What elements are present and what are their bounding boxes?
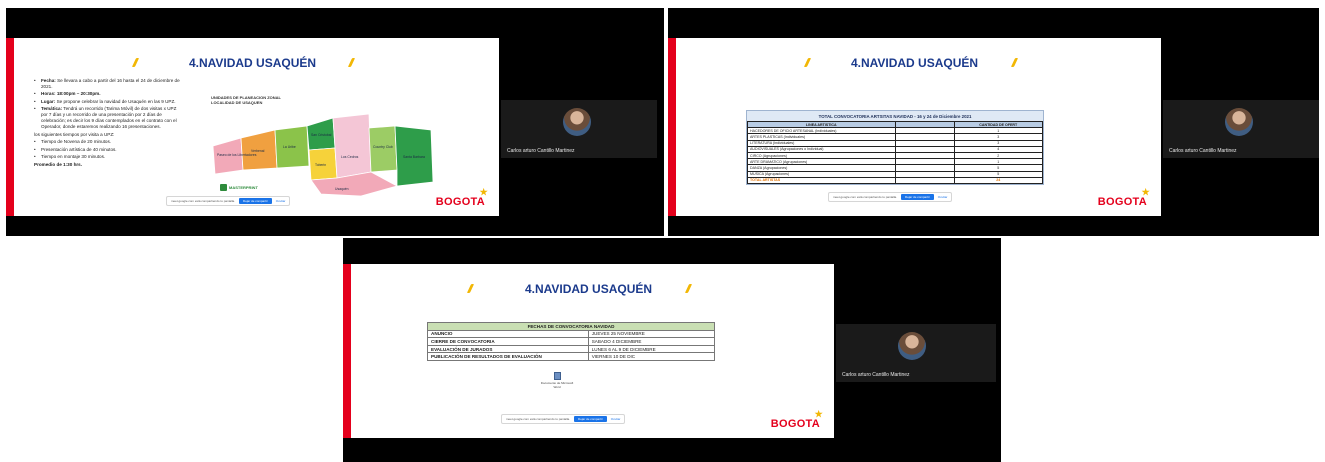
slide-title: 4.NAVIDAD USAQUÉN (188, 56, 317, 70)
bogota-logo: BOGOTA ★ (770, 409, 823, 430)
zone-country-club (368, 125, 398, 173)
star-icon: ★ (814, 409, 823, 419)
bogota-logo: BOGOTA ★ (1097, 187, 1150, 208)
map-title: UNIDADES DE PLANEACION ZONAL LOCALIDAD D… (211, 95, 281, 105)
event-details: Fecha: Se llevara a cabo a partir del 16… (34, 78, 184, 170)
hide-share-bar-button[interactable]: Ocultar (938, 195, 948, 199)
zone-los-cedros (332, 113, 372, 179)
table-header-row: FECHAS DE CONVOCATORIA NAVIDAD (427, 322, 715, 331)
slide-title: 4.NAVIDAD USAQUÉN (524, 282, 653, 296)
zone-label: Paseo de los Libertadores (217, 153, 257, 157)
table-row: EVALUACIÓN DE JURADOS LUNES 6 AL 9 DE DIC… (427, 344, 716, 354)
shared-slide: 4.NAVIDAD USAQUÉN Fecha: Se llevara a ca… (6, 38, 499, 216)
zone-label: Verbenal (251, 149, 265, 153)
participant-name: Carlos arturo Cantillo Martinez (507, 148, 575, 154)
masterprint-logo: MASTERPRINT (220, 184, 258, 191)
star-icon: ★ (479, 187, 488, 197)
bullet-tematica: Temática: Tendrá un recorrido (Tarima Mó… (34, 106, 184, 130)
word-document-icon (553, 372, 561, 380)
time-novena: Tiempo de Novena de 20 minutos. (34, 139, 184, 145)
participant-video-tile[interactable]: Carlos arturo Cantillo Martinez (836, 324, 996, 382)
table-row: PUBLICACIÓN DE RESULTADOS DE EVALUACIÓN V… (427, 352, 716, 361)
participant-video-tile[interactable]: Carlos arturo Cantillo Martinez (501, 100, 657, 158)
star-icon: ★ (1141, 187, 1150, 197)
hide-share-bar-button[interactable]: Ocultar (276, 199, 286, 203)
participant-video-tile[interactable]: Carlos arturo Cantillo Martinez (1163, 100, 1319, 158)
zone-label: Santa Barbara (403, 155, 425, 159)
shared-slide: 4.NAVIDAD USAQUÉN TOTAL CONVOCATORIA ART… (668, 38, 1161, 216)
screen-share-bar: meet.google.com está compartiendo tu pan… (828, 192, 953, 202)
meeting-screenshot-3: 4.NAVIDAD USAQUÉN FECHAS DE CONVOCATORIA… (343, 238, 1001, 462)
person-avatar-icon (563, 108, 591, 136)
zone-label: San Cristobal (311, 133, 332, 137)
person-avatar-icon (898, 332, 926, 360)
artists-table-panel: TOTAL CONVOCATORIA ARTSITAS NAVIDAD - 16… (746, 110, 1044, 185)
participant-name: Carlos arturo Cantillo Martinez (842, 372, 910, 378)
participant-name: Carlos arturo Cantillo Martinez (1169, 148, 1237, 154)
stop-sharing-button[interactable]: Dejar de compartir (901, 194, 934, 200)
zone-label: Usaquén (335, 187, 349, 191)
share-message: meet.google.com está compartiendo tu pan… (171, 199, 236, 203)
zone-label: La Uribe (283, 145, 296, 149)
share-message: meet.google.com está compartiendo tu pan… (833, 195, 898, 199)
person-avatar-icon (1225, 108, 1253, 136)
table-row: CIERRE DE CONVOCATORIA SABADO 4 DICIEMBRE (427, 337, 716, 346)
times-subheading: los siguientes tiempos por visita a UPZ: (34, 131, 115, 137)
bullet-fecha: Fecha: Se llevara a cabo a partir del 16… (34, 78, 184, 90)
stop-sharing-button[interactable]: Dejar de compartir (574, 416, 607, 422)
meeting-screenshot-2: 4.NAVIDAD USAQUÉN TOTAL CONVOCATORIA ART… (668, 8, 1319, 236)
share-message: meet.google.com está compartiendo tu pan… (506, 417, 571, 421)
meeting-screenshot-1: 4.NAVIDAD USAQUÉN Fecha: Se llevara a ca… (6, 8, 664, 236)
table-total-row: TOTAL ARTISTAS 24 (747, 176, 1043, 184)
shared-slide: 4.NAVIDAD USAQUÉN FECHAS DE CONVOCATORIA… (343, 264, 834, 438)
zone-label: Country Club (373, 145, 393, 149)
bogota-logo: BOGOTA ★ (435, 187, 488, 208)
table-caption: TOTAL CONVOCATORIA ARTSITAS NAVIDAD - 16… (818, 114, 972, 119)
zone-label: Toberin (315, 163, 326, 167)
bullet-lugar: Lugar: Se propone celebrar la navidad de… (34, 99, 184, 105)
average-time: Promedio de 1:30 hrs. (34, 162, 82, 168)
attachment-caption: Documento de Microsoft Word (540, 381, 574, 389)
time-presentacion: Presentación artística de 40 minutos. (34, 147, 184, 153)
word-attachment[interactable]: Documento de Microsoft Word (537, 372, 577, 389)
masterprint-icon (220, 184, 227, 191)
table-caption: FECHAS DE CONVOCATORIA NAVIDAD (427, 322, 715, 331)
table-row: ANUNCIO JUEVES 25 NOVIEMBRE (427, 329, 716, 339)
dates-table: FECHAS DE CONVOCATORIA NAVIDAD ANUNCIO JU… (427, 322, 716, 361)
slide-title: 4.NAVIDAD USAQUÉN (850, 56, 979, 70)
artists-table: LINEA ARTISTICA CANTIDAD DE OFERT HACEDO… (747, 120, 1043, 184)
bullet-horas: Horas: 18:00pm – 20:30pm. (34, 91, 184, 97)
time-montaje: Tiempo en montaje 30 minutos. (34, 154, 184, 160)
stop-sharing-button[interactable]: Dejar de compartir (239, 198, 272, 204)
zone-label: Los Cedros (341, 155, 359, 159)
hide-share-bar-button[interactable]: Ocultar (611, 417, 621, 421)
screen-share-bar: meet.google.com está compartiendo tu pan… (166, 196, 291, 206)
screen-share-bar: meet.google.com está compartiendo tu pan… (501, 414, 626, 424)
